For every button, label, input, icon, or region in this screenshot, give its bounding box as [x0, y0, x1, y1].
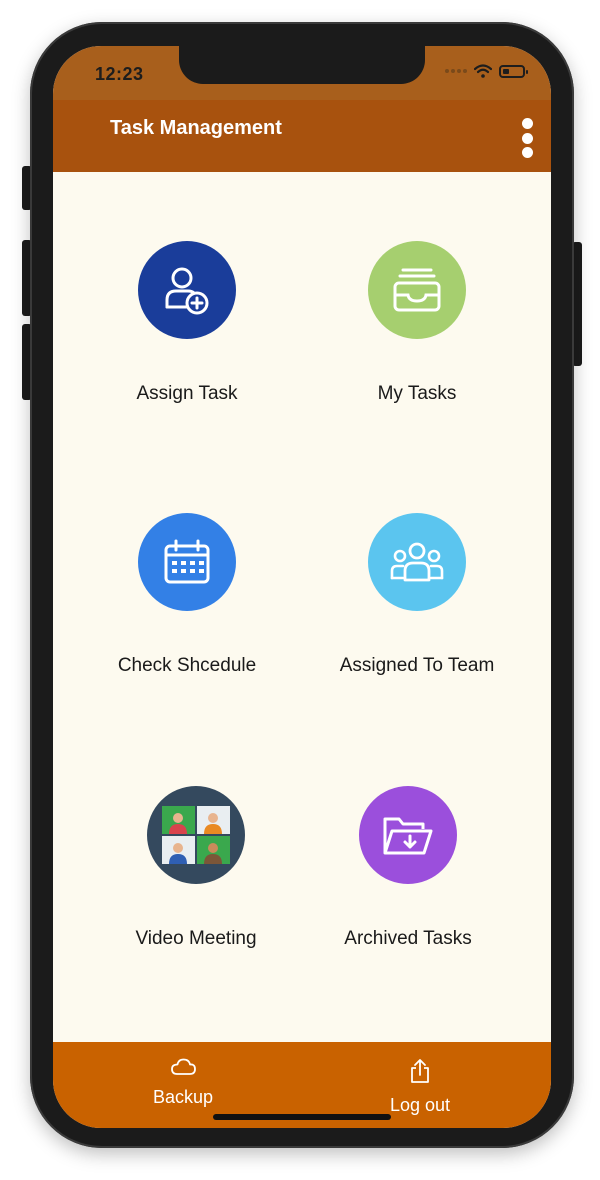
home-indicator	[213, 1114, 391, 1120]
archive-folder-icon	[383, 817, 433, 855]
tile-label: Assign Task	[136, 383, 238, 404]
status-icons	[445, 64, 528, 78]
tile-my-tasks[interactable]: My Tasks	[302, 241, 532, 431]
tile-archived-tasks[interactable]: Archived Tasks	[293, 786, 523, 976]
app-bar: Task Management	[53, 100, 551, 172]
tile-label: Assigned To Team	[339, 655, 495, 676]
archived-tasks-circle	[359, 786, 457, 884]
check-schedule-circle	[138, 513, 236, 611]
inbox-tray-icon	[393, 268, 441, 312]
status-bar: 12:23	[53, 46, 551, 100]
video-meeting-icon	[162, 806, 230, 864]
calendar-icon	[164, 539, 210, 584]
status-time: 12:23	[95, 64, 144, 84]
logout-label: Log out	[389, 1095, 451, 1115]
backup-label: Backup	[152, 1087, 214, 1107]
notch	[179, 46, 425, 84]
tile-video-meeting[interactable]: Video Meeting	[81, 786, 311, 976]
my-tasks-circle	[368, 241, 466, 339]
signal-icon	[445, 69, 467, 73]
add-user-icon	[165, 267, 209, 315]
tile-label: Check Shcedule	[117, 655, 257, 676]
logout-button[interactable]: Log out	[360, 1058, 480, 1116]
assign-task-circle	[138, 241, 236, 339]
app-screen: 12:23 Task Management Assign Task My Tas…	[53, 46, 551, 1128]
share-icon	[411, 1059, 429, 1083]
app-title: Task Management	[110, 117, 282, 139]
tile-label: My Tasks	[377, 383, 457, 404]
tile-assigned-to-team[interactable]: Assigned To Team	[302, 513, 532, 703]
cloud-icon	[171, 1058, 196, 1075]
tile-label: Archived Tasks	[344, 928, 472, 949]
tile-assign-task[interactable]: Assign Task	[72, 241, 302, 431]
team-icon	[390, 542, 444, 582]
wifi-icon	[474, 64, 492, 78]
assigned-to-team-circle	[368, 513, 466, 611]
more-vertical-icon[interactable]	[517, 118, 537, 158]
tile-check-schedule[interactable]: Check Shcedule	[72, 513, 302, 703]
battery-icon	[499, 64, 528, 78]
tile-label: Video Meeting	[135, 928, 257, 949]
backup-button[interactable]: Backup	[123, 1058, 243, 1108]
video-meeting-circle	[147, 786, 245, 884]
